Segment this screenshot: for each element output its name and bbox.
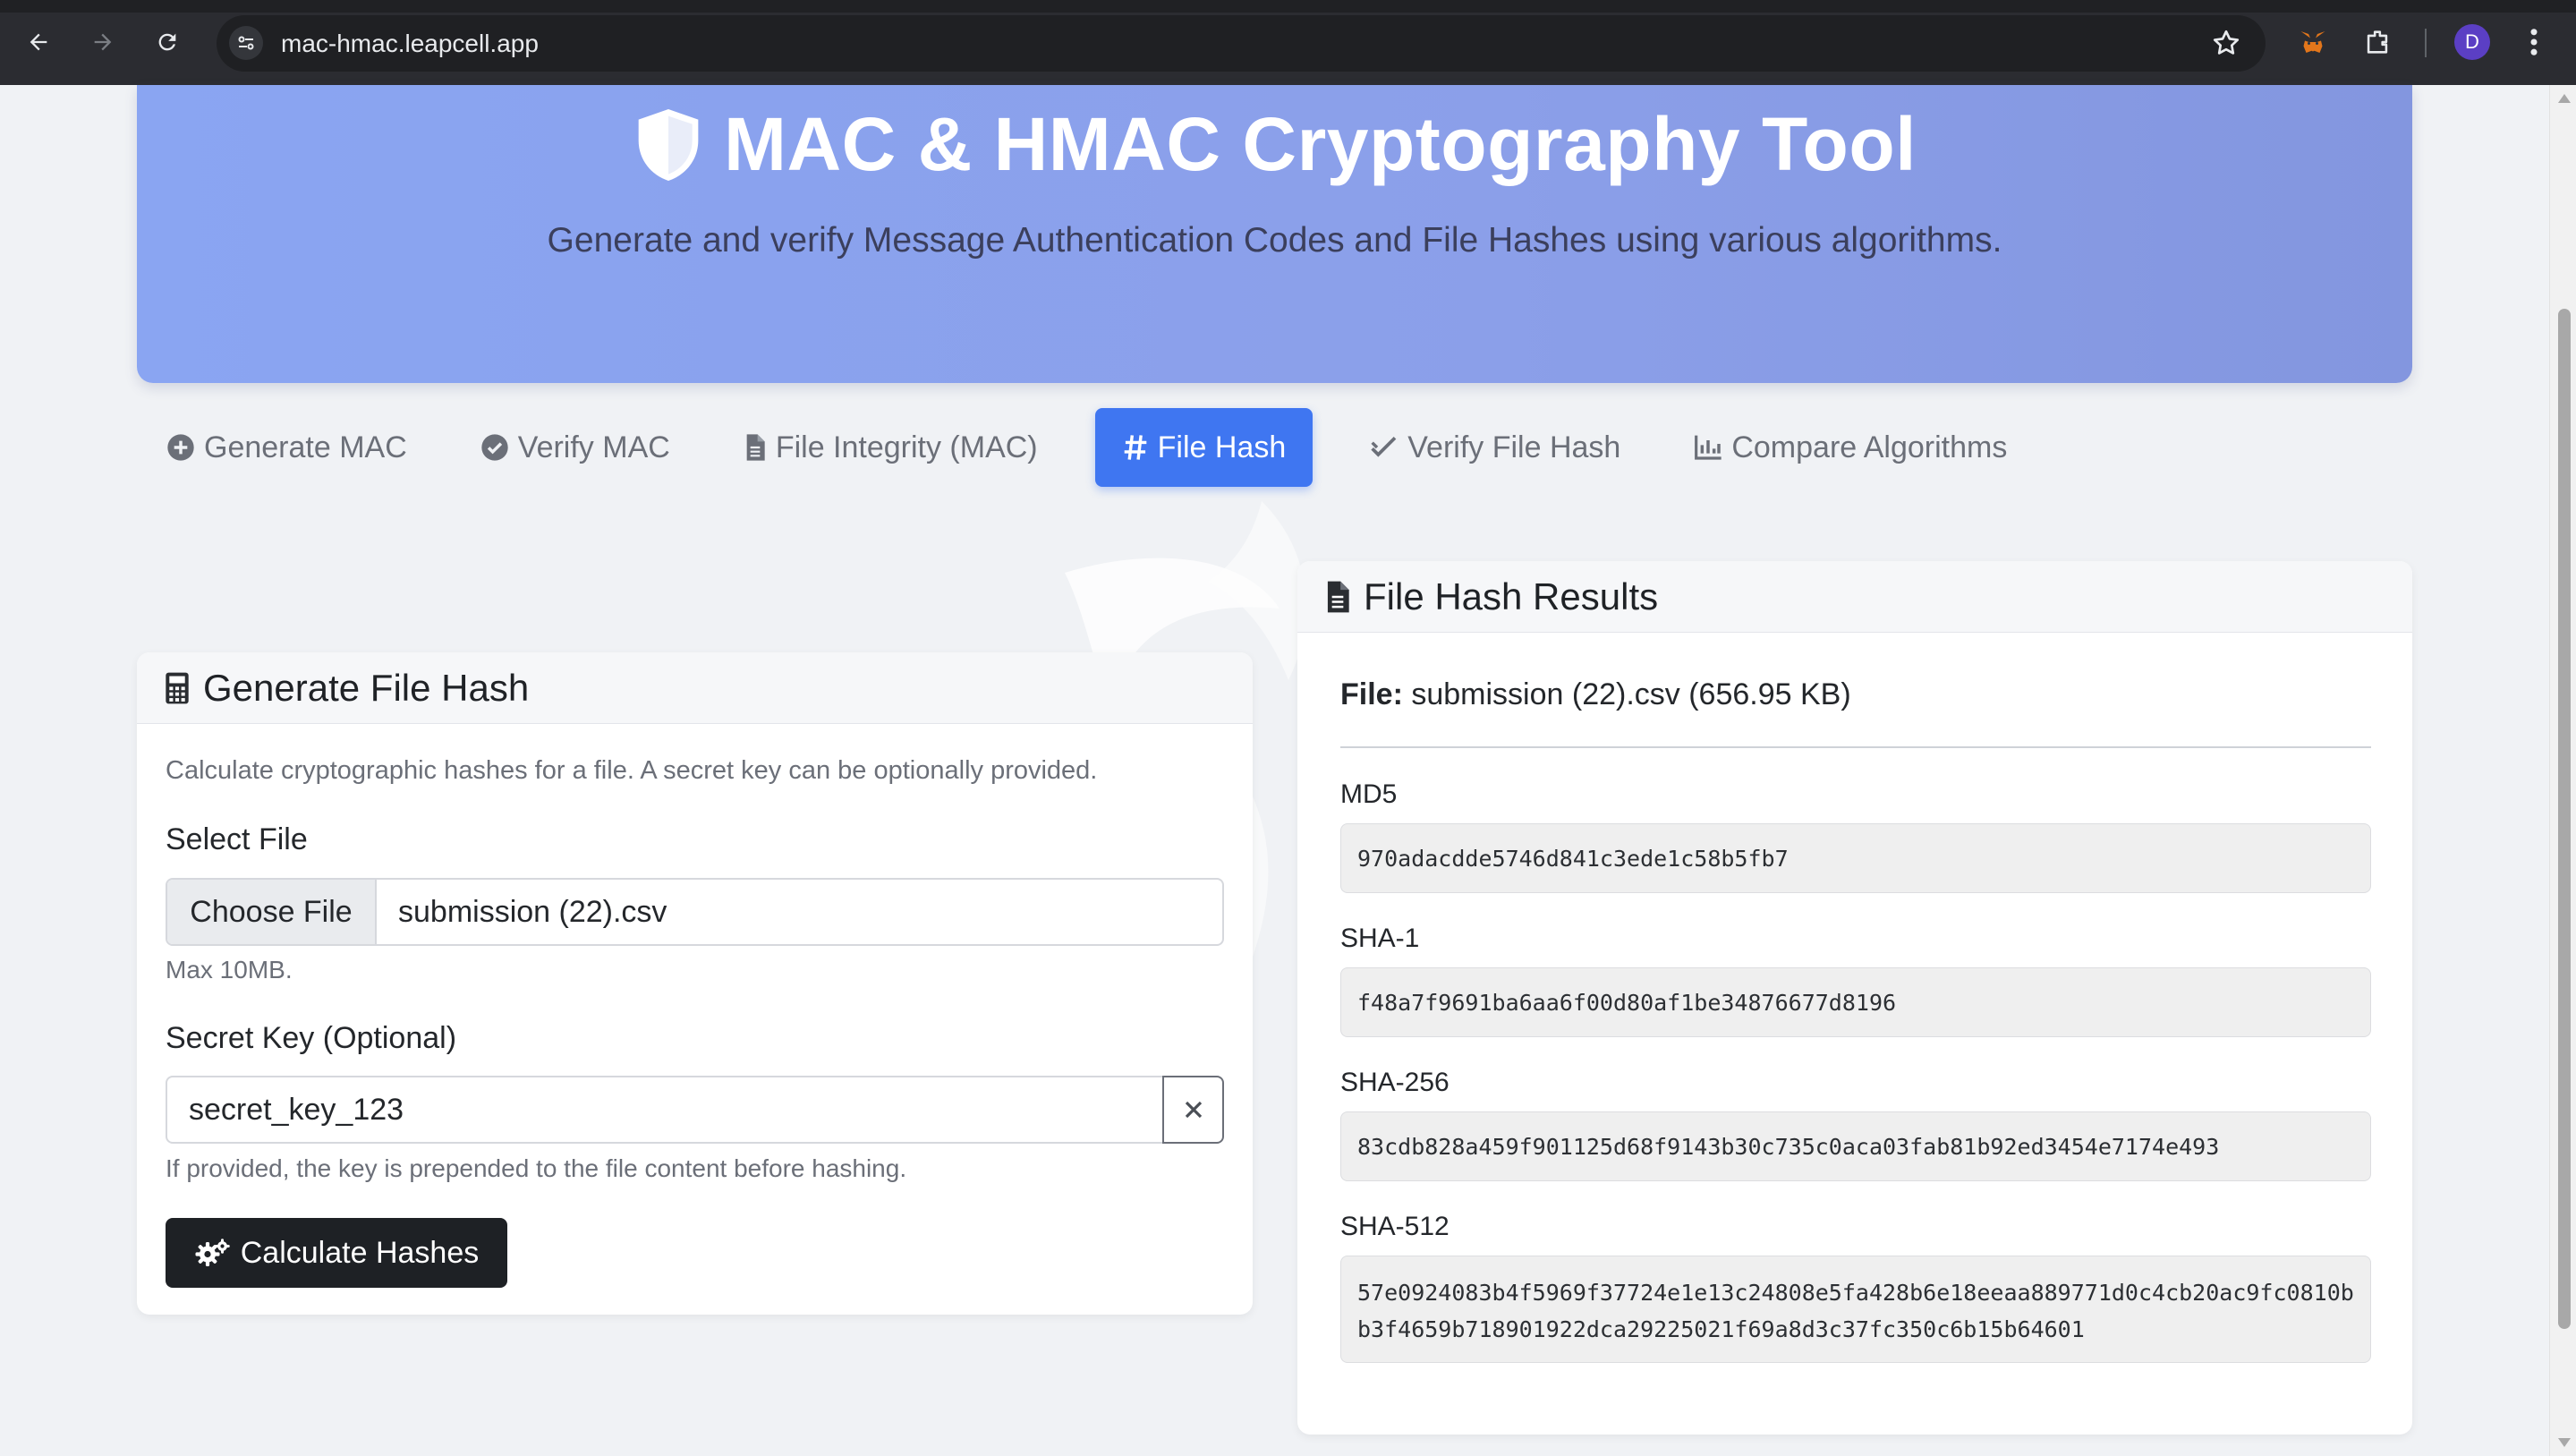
double-check-icon [1371,437,1397,457]
profile-button[interactable]: D [2450,20,2495,64]
avatar: D [2454,24,2490,60]
hash-output-sha256[interactable]: 83cdb828a459f901125d68f9143b30c735c0aca0… [1340,1111,2371,1181]
tab-file-hash[interactable]: File Hash [1094,408,1314,487]
choose-file-button[interactable]: Choose File [167,880,377,944]
result-file-info: File: submission (22).csv (656.95 KB) [1340,677,1851,712]
tab-label: Generate MAC [204,430,407,464]
extensions-puzzle-icon[interactable] [2355,20,2400,64]
selected-file-name: submission (22).csv [398,894,667,929]
tab-label: Verify MAC [517,430,670,464]
metamask-extension-icon[interactable] [2291,20,2335,64]
tab-strip [0,0,2576,13]
calculate-hashes-label: Calculate Hashes [240,1235,480,1270]
file-hash-results-card: File Hash Results File: submission (22).… [1297,561,2412,1435]
scroll-up-arrow-icon[interactable] [2558,94,2571,103]
secret-key-input[interactable]: secret_key_123 [166,1076,1164,1144]
check-circle-icon [481,434,508,461]
gears-icon [195,1239,230,1266]
close-icon [1185,1101,1202,1119]
file-input[interactable]: Choose File submission (22).csv [166,878,1224,946]
clear-key-button[interactable] [1162,1076,1224,1144]
card-description: Calculate cryptographic hashes for a fil… [166,756,1098,785]
bookmark-star-icon[interactable] [2210,27,2242,64]
arrow-right-icon [94,33,112,51]
kebab-menu-icon [2530,29,2538,55]
forward-button[interactable] [82,21,123,63]
bar-chart-icon [1695,435,1722,460]
address-bar[interactable]: mac-hmac.leapcell.app [217,15,2266,72]
card-title: Generate File Hash [203,666,530,709]
secret-key-hint: If provided, the key is prepended to the… [166,1154,907,1182]
reload-icon [158,33,176,51]
page-subtitle: Generate and verify Message Authenticati… [547,221,2002,260]
reload-button[interactable] [147,21,188,63]
toolbar-divider [2425,29,2427,57]
tab-label: File Hash [1157,430,1287,464]
hero-banner: MAC & HMAC Cryptography Tool Generate an… [137,85,2412,383]
back-button[interactable] [18,21,59,63]
file-size-hint: Max 10MB. [166,956,293,983]
hash-label-sha256: SHA-256 [1340,1068,1450,1097]
card-header: File Hash Results [1297,561,2412,633]
url-text: mac-hmac.leapcell.app [281,30,539,57]
tab-verify-file-hash[interactable]: Verify File Hash [1354,408,1637,487]
hash-label-md5: MD5 [1340,779,1398,809]
scroll-down-arrow-icon[interactable] [2558,1438,2571,1447]
tab-label: Compare Algorithms [1731,430,2008,464]
secret-key-label: Secret Key (Optional) [166,1021,457,1055]
divider [1340,746,2371,748]
card-title: File Hash Results [1364,575,1659,617]
page-scrollbar[interactable] [2549,85,2576,1456]
page-title-text: MAC & HMAC Cryptography Tool [723,102,1917,186]
browser-toolbar: mac-hmac.leapcell.app D [0,0,2576,85]
tab-generate-mac[interactable]: Generate MAC [150,408,423,487]
hash-output-sha512[interactable]: 57e0924083b4f5969f37724e1e13c24808e5fa42… [1340,1256,2371,1363]
file-lines-icon [1327,581,1349,612]
browser-menu-button[interactable] [2516,20,2552,64]
calculator-icon [166,672,189,703]
hash-label-sha512: SHA-512 [1340,1212,1450,1241]
site-settings-icon[interactable] [229,26,263,60]
file-name-size: submission (22).csv (656.95 KB) [1411,677,1851,711]
hash-output-md5[interactable]: 970adacdde5746d841c3ede1c58b5fb7 [1340,823,2371,893]
tab-verify-mac[interactable]: Verify MAC [464,408,686,487]
file-prefix: File: [1340,677,1403,711]
scroll-thumb[interactable] [2558,309,2571,1329]
hash-icon [1124,435,1146,460]
arrow-left-icon [30,33,47,51]
tab-label: Verify File Hash [1407,430,1621,464]
tool-tabs: Generate MAC Verify MAC File Integrity (… [150,408,2064,487]
calculate-hashes-button[interactable]: Calculate Hashes [166,1218,507,1288]
shield-icon [638,108,699,181]
hash-output-sha1[interactable]: f48a7f9691ba6aa6f00d80af1be34876677d8196 [1340,967,2371,1037]
hash-label-sha1: SHA-1 [1340,924,1420,953]
tab-label: File Integrity (MAC) [775,430,1038,464]
card-header: Generate File Hash [137,652,1253,724]
plus-circle-icon [167,434,194,461]
tab-file-integrity-mac[interactable]: File Integrity (MAC) [727,408,1054,487]
generate-file-hash-card: Generate File Hash Calculate cryptograph… [137,652,1253,1315]
tab-compare-algorithms[interactable]: Compare Algorithms [1678,408,2023,487]
file-icon [746,434,765,461]
page-title: MAC & HMAC Cryptography Tool [137,101,2412,188]
file-label: Select File [166,822,308,856]
